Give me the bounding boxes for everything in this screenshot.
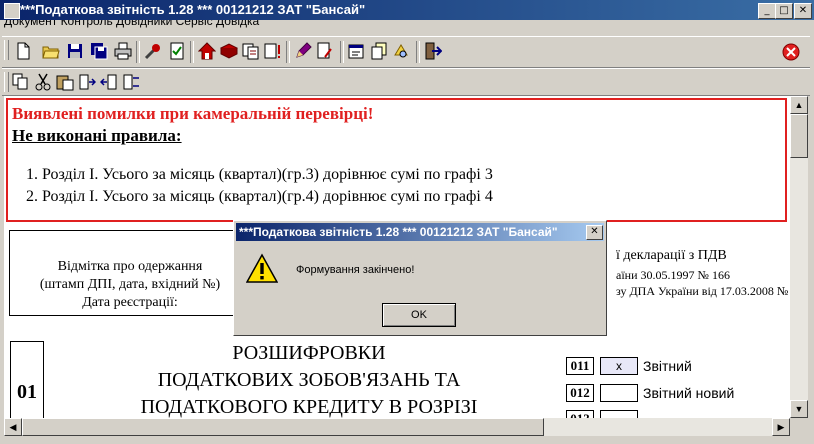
home-icon[interactable]	[198, 42, 216, 60]
code-box: 013	[566, 410, 594, 418]
copy-icon[interactable]	[12, 73, 30, 91]
stamp-line-2: (штамп ДПІ, дата, вхідний №)	[39, 277, 221, 292]
properties-icon[interactable]	[348, 42, 366, 60]
stop-icon[interactable]	[782, 43, 800, 61]
search-document-icon[interactable]	[392, 42, 410, 60]
exit-icon[interactable]	[424, 42, 442, 60]
document-edit-icon[interactable]	[316, 42, 334, 60]
report-type-label: Звітний новий	[643, 385, 735, 401]
error-item: 2. Розділ І. Усього за місяць (квартал)(…	[26, 188, 493, 205]
minimize-button[interactable]: _	[758, 3, 776, 19]
hscroll-thumb[interactable]	[22, 418, 544, 436]
horizontal-scrollbar[interactable]: ◀ ▶	[4, 418, 790, 436]
form-heading-3: ПОДАТКОВОГО КРЕДИТУ В РОЗРІЗІ	[140, 396, 478, 418]
scroll-thumb[interactable]	[790, 114, 808, 158]
open-folder-icon[interactable]	[42, 42, 60, 60]
pages-icon[interactable]	[370, 42, 388, 60]
app-icon[interactable]	[4, 3, 20, 19]
form-number: 01	[10, 341, 44, 418]
error-item: 1. Розділ І. Усього за місяць (квартал)(…	[26, 166, 493, 183]
document-alert-icon[interactable]	[264, 42, 282, 60]
scroll-corner	[790, 418, 808, 436]
error-subtitle: Не виконані правила:	[12, 126, 182, 145]
dialog-close-button[interactable]: ✕	[586, 225, 603, 240]
delete-row-icon[interactable]	[100, 73, 118, 91]
window-title: ***Податкова звітність 1.28 *** 00121212…	[20, 2, 366, 17]
paste-icon[interactable]	[56, 73, 74, 91]
close-button[interactable]: ✕	[794, 3, 812, 19]
ok-button[interactable]: OK	[382, 303, 456, 327]
code-box: 011	[566, 357, 594, 375]
copy-documents-icon[interactable]	[242, 42, 260, 60]
save-icon[interactable]	[66, 42, 84, 60]
warning-icon	[246, 253, 278, 283]
report-type-checkbox[interactable]	[600, 410, 638, 418]
form-heading-2: ПОДАТКОВИХ ЗОБОВ'ЯЗАНЬ ТА	[157, 369, 461, 391]
title-bar: ***Податкова звітність 1.28 *** 00121212…	[0, 0, 814, 20]
save-all-icon[interactable]	[90, 42, 108, 60]
scroll-up-icon[interactable]: ▲	[790, 96, 808, 114]
scroll-right-icon[interactable]: ▶	[772, 418, 790, 436]
error-panel: Виявлені помилки при камеральній перевір…	[6, 98, 787, 222]
books-icon[interactable]	[220, 42, 238, 60]
edit-icon[interactable]	[294, 42, 312, 60]
toolbar-grip[interactable]	[4, 40, 9, 60]
scroll-left-icon[interactable]: ◀	[4, 418, 22, 436]
stamp-line-3: Дата реєстрації:	[82, 295, 178, 310]
report-type-checkbox[interactable]	[600, 384, 638, 402]
scroll-down-icon[interactable]: ▼	[790, 400, 808, 418]
report-type-checkbox[interactable]: x	[600, 357, 638, 375]
form-heading-1: РОЗШИФРОВКИ	[232, 342, 386, 364]
stamp-box: Відмітка про одержання (штамп ДПІ, дата,…	[9, 230, 249, 316]
dialog-title: ***Податкова звітність 1.28 *** 00121212…	[239, 225, 558, 239]
vertical-scrollbar[interactable]: ▲ ▼	[790, 96, 808, 418]
message-dialog: ***Податкова звітність 1.28 *** 00121212…	[233, 220, 607, 336]
declaration-line-2: аїни 30.05.1997 № 166	[616, 268, 730, 282]
tools-icon[interactable]	[144, 42, 162, 60]
code-box: 012	[566, 384, 594, 402]
insert-row-icon[interactable]	[78, 73, 96, 91]
declaration-title: ї декларації з ПДВ	[616, 248, 727, 263]
toolbar-grip-2[interactable]	[4, 72, 9, 92]
check-document-icon[interactable]	[168, 42, 186, 60]
menu-bar-text[interactable]: Документ Контроль Довідники Сервіс Довід…	[4, 20, 259, 28]
main-toolbar	[2, 36, 810, 68]
declaration-line-3: зу ДПА України від 17.03.2008 №	[616, 284, 789, 298]
move-row-icon[interactable]	[122, 73, 140, 91]
maximize-button[interactable]: □	[775, 3, 793, 19]
secondary-toolbar	[2, 68, 810, 96]
cut-icon[interactable]	[34, 73, 52, 91]
stamp-line-1: Відмітка про одержання	[57, 259, 203, 274]
dialog-message: Формування закінчено!	[296, 264, 415, 276]
print-icon[interactable]	[114, 42, 132, 60]
report-type-label: Звітний	[643, 358, 692, 374]
dialog-title-bar: ***Податкова звітність 1.28 *** 00121212…	[236, 223, 604, 241]
new-document-icon[interactable]	[14, 42, 32, 60]
menu-bar[interactable]: Документ Контроль Довідники Сервіс Довід…	[0, 20, 814, 34]
error-title: Виявлені помилки при камеральній перевір…	[12, 104, 374, 123]
